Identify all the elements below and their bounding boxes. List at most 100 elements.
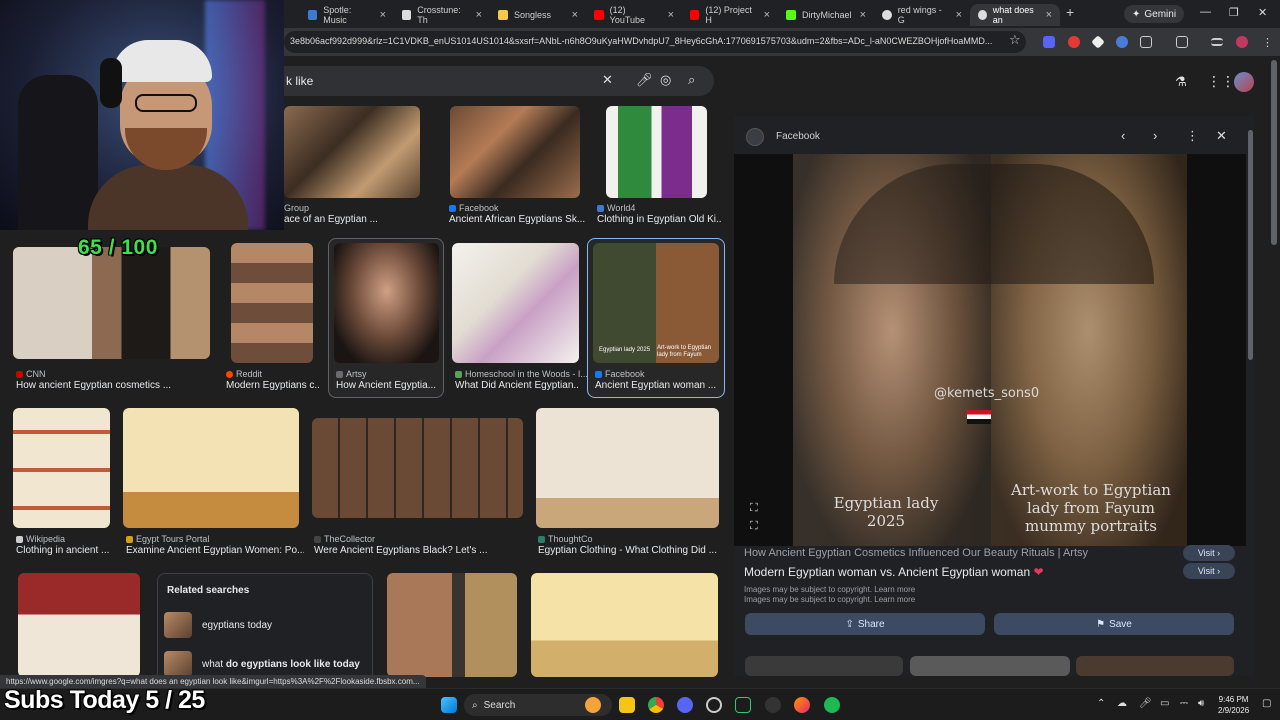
tab-youtube[interactable]: (12) YouTube ×	[586, 4, 682, 26]
maximize-icon[interactable]: ❐	[1229, 6, 1239, 19]
search-icon[interactable]: ⌕	[688, 72, 695, 88]
windows-start-icon[interactable]	[441, 697, 457, 713]
close-icon[interactable]: ×	[476, 9, 482, 21]
close-icon[interactable]: ×	[956, 9, 962, 21]
profile-avatar[interactable]	[1236, 36, 1248, 48]
result-image[interactable]	[312, 418, 523, 518]
extension-icon[interactable]	[1116, 36, 1128, 48]
file-explorer-icon[interactable]	[619, 697, 635, 713]
new-tab-button[interactable]: +	[1066, 4, 1074, 20]
terminal-icon[interactable]	[735, 697, 751, 713]
preview-image[interactable]: @kemets_sons0 Egyptian lady 2025 Art-wor…	[734, 154, 1246, 546]
prev-image-icon[interactable]: ‹	[1121, 128, 1125, 143]
extension-icon[interactable]	[1091, 35, 1105, 49]
close-icon[interactable]: ×	[668, 9, 674, 21]
close-icon[interactable]: ×	[860, 9, 866, 21]
minimize-icon[interactable]: —	[1200, 6, 1211, 18]
microphone-icon[interactable]: 🎤︎	[636, 72, 653, 88]
result-caption[interactable]: Egyptian Clothing - What Clothing Did ..…	[538, 545, 724, 556]
tab-crosstune[interactable]: Crosstune: Th ×	[394, 4, 490, 26]
related-image[interactable]	[745, 656, 903, 676]
result-caption[interactable]: How Ancient Egyptia...	[336, 380, 440, 391]
cast-icon[interactable]	[1176, 36, 1188, 48]
tab-spotle[interactable]: Spotle: Music ×	[300, 4, 394, 26]
panel-title[interactable]: Modern Egyptian woman vs. Ancient Egypti…	[744, 565, 1044, 579]
result-image[interactable]	[231, 243, 313, 363]
result-caption[interactable]: How ancient Egyptian cosmetics ...	[16, 380, 216, 391]
result-image[interactable]	[13, 408, 110, 528]
cloud-icon[interactable]: ☁	[1117, 698, 1127, 709]
close-icon[interactable]: ×	[764, 9, 770, 21]
window-close-icon[interactable]: ✕	[1258, 6, 1267, 19]
notification-icon[interactable]: ▢	[1262, 698, 1271, 709]
more-options-icon[interactable]: ⋮	[1186, 128, 1199, 144]
volume-icon[interactable]: 🔊︎	[1198, 698, 1204, 709]
monitor-icon[interactable]: ▭	[1160, 698, 1169, 709]
more-vert-icon[interactable]: ⋮	[1262, 36, 1273, 49]
search-input[interactable]: k like	[286, 74, 313, 88]
result-image[interactable]	[18, 573, 140, 677]
panel-source-name[interactable]: Facebook	[776, 131, 820, 142]
extension-icon[interactable]	[1068, 36, 1080, 48]
result-caption[interactable]: Clothing in Egyptian Old Ki...	[597, 214, 721, 225]
extensions-puzzle-icon[interactable]	[1140, 36, 1152, 48]
result-caption[interactable]: Modern Egyptians c...	[226, 380, 320, 391]
labs-flask-icon[interactable]: ⚗	[1175, 74, 1187, 90]
clear-icon[interactable]: ✕	[602, 72, 613, 88]
visit-button[interactable]: Visit ›	[1183, 563, 1235, 579]
panel-title-previous[interactable]: How Ancient Egyptian Cosmetics Influence…	[744, 547, 1088, 559]
widget-icon[interactable]	[585, 697, 601, 713]
mic-icon[interactable]: 🎤︎	[1139, 698, 1152, 709]
close-icon[interactable]: ×	[572, 9, 578, 21]
lens-search-icon[interactable]: ⛶	[750, 502, 758, 515]
firefox-icon[interactable]	[794, 697, 810, 713]
tab-kick[interactable]: DirtyMichael ×	[778, 4, 874, 26]
close-icon[interactable]: ×	[1046, 9, 1052, 21]
tab-youtube-project[interactable]: (12) Project H ×	[682, 4, 778, 26]
result-caption[interactable]: Were Ancient Egyptians Black? Let's ...	[314, 545, 524, 556]
visit-button[interactable]: Visit ›	[1183, 545, 1235, 561]
result-image[interactable]	[606, 106, 707, 198]
result-image[interactable]	[334, 243, 439, 363]
lens-search-icon[interactable]: ⛶	[750, 520, 758, 533]
page-scrollbar[interactable]	[1271, 60, 1277, 245]
close-panel-icon[interactable]: ✕	[1216, 128, 1227, 144]
app-icon[interactable]	[765, 697, 781, 713]
bookmark-star-icon[interactable]: ☆	[1009, 32, 1021, 48]
related-search-item[interactable]: what do egyptians look like today	[164, 650, 364, 678]
related-search-item[interactable]: egyptians today	[164, 611, 364, 639]
network-icon[interactable]: ⎓	[1180, 698, 1188, 709]
result-caption[interactable]: Examine Ancient Egyptian Women: Po...	[126, 545, 304, 556]
address-bar[interactable]: 3e8b06acf992d999&rlz=1C1VDKB_enUS1014US1…	[284, 31, 1026, 53]
result-image[interactable]	[452, 243, 579, 363]
close-icon[interactable]: ×	[380, 9, 386, 21]
chrome-icon[interactable]	[648, 697, 664, 713]
related-image[interactable]	[910, 656, 1070, 676]
discord-icon[interactable]	[677, 697, 693, 713]
result-image[interactable]	[284, 106, 420, 198]
result-image[interactable]	[123, 408, 299, 528]
result-image[interactable]	[536, 408, 719, 528]
result-caption[interactable]: Ancient African Egyptians Sk...	[449, 214, 585, 225]
menu-list-icon[interactable]	[1211, 38, 1223, 46]
apps-grid-icon[interactable]: ⋮⋮	[1207, 73, 1235, 90]
obs-icon[interactable]	[706, 697, 722, 713]
spotify-icon[interactable]	[824, 697, 840, 713]
tab-what-does-an[interactable]: what does an ×	[970, 4, 1060, 26]
tab-songless[interactable]: Songless ×	[490, 4, 586, 26]
related-image[interactable]	[1076, 656, 1234, 676]
lens-camera-icon[interactable]: ◎	[660, 72, 671, 88]
share-button[interactable]: ⇪ Share	[745, 613, 985, 635]
result-caption[interactable]: Clothing in ancient ...	[16, 545, 110, 556]
result-caption[interactable]: What Did Ancient Egyptian...	[455, 380, 579, 391]
result-caption[interactable]: Ancient Egyptian woman ...	[595, 380, 719, 391]
result-image[interactable]	[531, 573, 718, 677]
tab-red-wings[interactable]: red wings - G ×	[874, 4, 970, 26]
result-image[interactable]	[387, 573, 517, 677]
result-image-selected[interactable]: Egyptian lady 2025 Art-work to Egyptian …	[593, 243, 719, 363]
result-image[interactable]	[450, 106, 580, 198]
taskbar-clock[interactable]: 9:46 PM 2/9/2026	[1218, 694, 1249, 716]
result-image[interactable]	[13, 247, 210, 359]
panel-scrollbar[interactable]	[1248, 130, 1253, 360]
account-avatar[interactable]	[1234, 72, 1254, 92]
